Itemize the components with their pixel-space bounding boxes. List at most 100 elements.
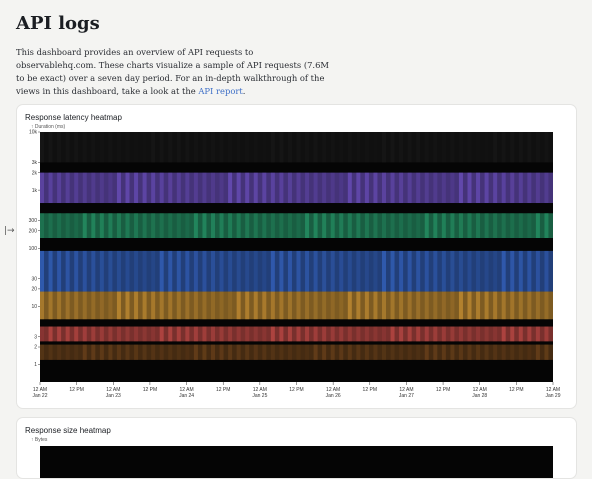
heatmap-cell xyxy=(168,213,173,239)
heatmap-cell xyxy=(330,291,335,320)
heatmap-cell xyxy=(125,291,130,320)
heatmap-cell xyxy=(330,172,335,204)
heatmap-cell xyxy=(245,213,250,239)
heatmap-cell xyxy=(211,132,215,163)
heatmap-cell xyxy=(40,132,44,163)
heatmap-cell xyxy=(168,291,173,320)
heatmap-cell xyxy=(287,213,292,239)
heatmap-cell xyxy=(125,250,130,292)
heatmap-cell xyxy=(518,213,523,239)
heatmap-cell xyxy=(134,213,139,239)
heatmap-cell xyxy=(347,132,352,163)
heatmap-cell xyxy=(535,344,540,360)
latency-heatmap[interactable]: 1231020301002003001k2k3k10k12 AMJan 2212… xyxy=(17,105,576,408)
heatmap-cell xyxy=(364,250,369,292)
heatmap-cell xyxy=(142,291,147,320)
heatmap-cell xyxy=(493,132,498,163)
heatmap-cell xyxy=(433,291,438,320)
heatmap-cell xyxy=(202,213,207,239)
heatmap-cell xyxy=(48,250,53,292)
heatmap-cell xyxy=(330,344,335,360)
heatmap-cell xyxy=(356,326,361,342)
heatmap-cell xyxy=(390,344,395,360)
heatmap-cell xyxy=(193,291,198,320)
heatmap-cell xyxy=(193,213,198,239)
heatmap-cell xyxy=(82,291,87,320)
heatmap-cell xyxy=(510,344,515,360)
api-report-link[interactable]: API report xyxy=(198,86,242,96)
heatmap-cell xyxy=(330,132,335,163)
heatmap-cell xyxy=(493,326,498,342)
heatmap-cell xyxy=(476,291,481,320)
heatmap-cell xyxy=(211,344,215,360)
heatmap-cell xyxy=(219,172,224,204)
x-tick-label: 12 PM xyxy=(363,387,377,393)
heatmap-cell xyxy=(236,213,241,239)
heatmap-cell xyxy=(501,250,506,292)
heatmap-cell xyxy=(527,326,532,342)
heatmap-cell xyxy=(228,326,233,342)
x-tick-day-label: Jan 26 xyxy=(326,393,341,399)
heatmap-cell xyxy=(296,132,301,163)
heatmap-cell xyxy=(347,326,352,342)
x-tick-label: 12 PM xyxy=(216,387,230,393)
heatmap-cell xyxy=(373,250,378,292)
heatmap-cell xyxy=(330,213,335,239)
heatmap-cell xyxy=(48,291,53,320)
heatmap-cell xyxy=(142,326,147,342)
heatmap-cell xyxy=(527,132,532,163)
heatmap-cell xyxy=(339,213,344,239)
heatmap-cell xyxy=(416,291,421,320)
heatmap-cell xyxy=(527,250,532,292)
heatmap-cell xyxy=(185,326,190,342)
heatmap-cell xyxy=(211,172,215,204)
heatmap-cell xyxy=(518,172,523,204)
heatmap-cell xyxy=(279,172,284,204)
heatmap-cell xyxy=(441,291,446,320)
heatmap-cell xyxy=(544,132,549,163)
heatmap-cell xyxy=(270,172,275,204)
heatmap-cell xyxy=(407,344,412,360)
heatmap-cell xyxy=(193,250,198,292)
heatmap-cell xyxy=(253,250,258,292)
heatmap-cell xyxy=(501,172,506,204)
heatmap-cell xyxy=(116,250,121,292)
heatmap-cell xyxy=(116,291,121,320)
heatmap-cell xyxy=(518,132,523,163)
size-heatmap[interactable] xyxy=(17,418,576,478)
heatmap-cell xyxy=(262,213,267,239)
heatmap-cell xyxy=(108,344,113,360)
heatmap-cell xyxy=(193,344,198,360)
heatmap-cell xyxy=(296,291,301,320)
heatmap-cell xyxy=(262,344,267,360)
sidebar-toggle-icon[interactable]: |→ xyxy=(4,226,15,236)
heatmap-cell xyxy=(399,172,404,204)
heatmap-cell xyxy=(151,291,156,320)
heatmap-cell xyxy=(484,213,489,239)
heatmap-cell xyxy=(416,326,421,342)
heatmap-cell xyxy=(382,326,386,342)
heatmap-cell xyxy=(142,250,147,292)
heatmap-cell xyxy=(510,326,515,342)
heatmap-cell xyxy=(476,213,481,239)
heatmap-cell xyxy=(416,344,421,360)
heatmap-cell xyxy=(390,213,395,239)
heatmap-cell xyxy=(202,344,207,360)
heatmap-cell xyxy=(287,172,292,204)
heatmap-cell xyxy=(313,291,318,320)
heatmap-cell xyxy=(441,250,446,292)
heatmap-cell xyxy=(168,250,173,292)
heatmap-cell xyxy=(441,213,446,239)
heatmap-cell xyxy=(108,326,113,342)
heatmap-cell xyxy=(185,213,190,239)
heatmap-cell xyxy=(535,326,540,342)
heatmap-cell xyxy=(544,291,549,320)
heatmap-cell xyxy=(416,213,421,239)
heatmap-cell xyxy=(296,344,301,360)
heatmap-cell xyxy=(510,291,515,320)
heatmap-cell xyxy=(65,344,70,360)
heatmap-cell xyxy=(245,326,250,342)
heatmap-cell xyxy=(330,250,335,292)
heatmap-cell xyxy=(159,250,164,292)
heatmap-cell xyxy=(424,172,429,204)
